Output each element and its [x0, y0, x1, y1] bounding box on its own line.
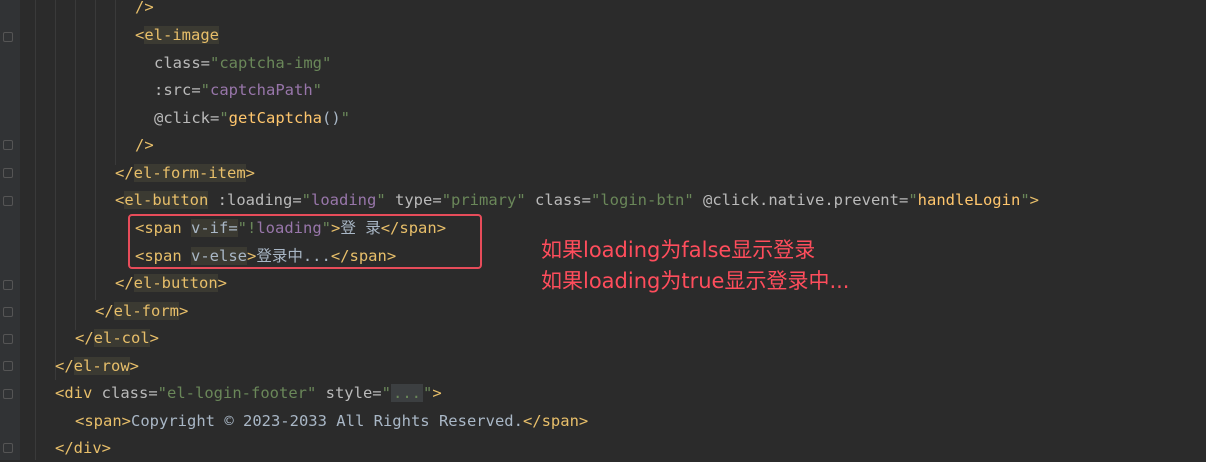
code-token: " — [312, 81, 323, 99]
code-token: > — [179, 302, 189, 320]
code-line[interactable]: <div class="el-login-footer" style="... "… — [55, 380, 442, 407]
indent-guide — [55, 0, 56, 380]
code-token: el-button — [124, 191, 209, 209]
fold-marker-icon[interactable] — [3, 361, 13, 371]
code-token: Copyright © 2023-2033 All Rights Reserve… — [131, 412, 523, 430]
fold-marker-icon[interactable] — [3, 140, 13, 150]
fold-marker-icon[interactable] — [3, 280, 13, 290]
code-line[interactable]: <span>Copyright © 2023-2033 All Rights R… — [75, 408, 588, 435]
code-token: " — [908, 191, 918, 209]
code-line[interactable]: </el-form-item> — [115, 160, 255, 187]
code-token: "login-btn" — [591, 191, 694, 209]
code-token: el-form — [113, 302, 179, 320]
code-token: "captcha-img" — [210, 54, 332, 72]
code-line[interactable]: :src="captchaPath" — [154, 77, 322, 104]
fold-marker-icon[interactable] — [3, 168, 13, 178]
annotation-line-1: 如果loading为false显示登录 — [541, 238, 816, 262]
highlight-box — [128, 214, 482, 269]
fold-marker-icon[interactable] — [3, 443, 13, 453]
code-token: <span> — [75, 412, 131, 430]
fold-marker-icon[interactable] — [3, 307, 13, 317]
code-token: loading — [311, 191, 377, 209]
code-token: " — [200, 81, 211, 99]
code-token: style= — [316, 384, 382, 402]
code-token: </ — [75, 329, 94, 347]
fold-marker-icon[interactable] — [3, 389, 13, 399]
code-token: :loading= — [208, 191, 302, 209]
code-token: el-button — [133, 274, 218, 292]
code-token: class= — [525, 191, 592, 209]
code-line[interactable]: /> — [135, 0, 154, 21]
code-line[interactable]: /> — [135, 132, 154, 159]
code-token: @click.native.prevent= — [693, 191, 909, 209]
code-token: > — [1029, 191, 1039, 209]
code-line[interactable]: </el-row> — [55, 353, 139, 380]
code-token: class= — [101, 384, 158, 402]
fold-marker-icon[interactable] — [3, 334, 13, 344]
code-line[interactable]: <el-button :loading="loading" type="prim… — [115, 187, 1039, 214]
indent-guide — [95, 0, 96, 300]
code-token: > — [129, 357, 140, 375]
code-token: captchaPath — [210, 81, 313, 99]
code-line[interactable]: </el-form> — [95, 298, 188, 325]
code-line[interactable]: </div> — [55, 435, 111, 462]
code-token: > — [432, 384, 442, 402]
code-token: </span> — [522, 412, 589, 430]
code-line[interactable]: @click="getCaptcha()" — [154, 105, 350, 132]
code-token: "el-login-footer" — [157, 384, 317, 402]
code-line[interactable]: </el-col> — [75, 325, 159, 352]
code-token: :src= — [154, 81, 201, 99]
code-token: getCaptcha — [228, 109, 322, 127]
code-line[interactable]: class="captcha-img" — [154, 50, 331, 77]
code-token: < — [135, 26, 145, 44]
fold-marker-icon[interactable] — [3, 196, 13, 206]
code-token: el-col — [93, 329, 150, 347]
code-token: el-image — [144, 26, 219, 44]
code-token: " — [381, 384, 391, 402]
code-token: </ — [115, 274, 134, 292]
editor-gutter — [0, 0, 20, 460]
code-token: <div — [55, 384, 102, 402]
indent-guide — [115, 0, 116, 165]
code-token: > — [217, 274, 228, 292]
code-token: </ — [55, 357, 74, 375]
code-token: " — [301, 191, 312, 209]
code-token: </ — [95, 302, 114, 320]
indent-guide — [35, 0, 36, 460]
code-token: </ — [115, 164, 134, 182]
code-token: > — [149, 329, 160, 347]
code-token: el-row — [73, 357, 130, 375]
code-token: /> — [135, 0, 154, 16]
code-token: ... — [390, 384, 423, 402]
code-token: () — [322, 109, 341, 127]
code-token: type= — [385, 191, 442, 209]
code-token: " — [422, 384, 433, 402]
code-token: " — [340, 109, 351, 127]
code-line[interactable]: <el-image — [135, 22, 219, 49]
code-token: @click= — [154, 109, 220, 127]
code-token: > — [245, 164, 255, 182]
code-line[interactable]: </el-button> — [115, 270, 227, 297]
code-token: el-form-item — [133, 164, 246, 182]
code-token: "primary" — [441, 191, 526, 209]
code-token: < — [115, 191, 125, 209]
indent-guide — [75, 0, 76, 330]
annotation-line-2: 如果loading为true显示登录中... — [541, 269, 850, 293]
code-token: " — [1020, 191, 1030, 209]
code-token: handleLogin — [917, 191, 1021, 209]
fold-marker-icon[interactable] — [3, 32, 13, 42]
code-token: /> — [135, 136, 154, 154]
code-token: " — [219, 109, 229, 127]
code-token: </div> — [55, 439, 111, 457]
code-token: class= — [154, 54, 210, 72]
code-token: " — [376, 191, 386, 209]
